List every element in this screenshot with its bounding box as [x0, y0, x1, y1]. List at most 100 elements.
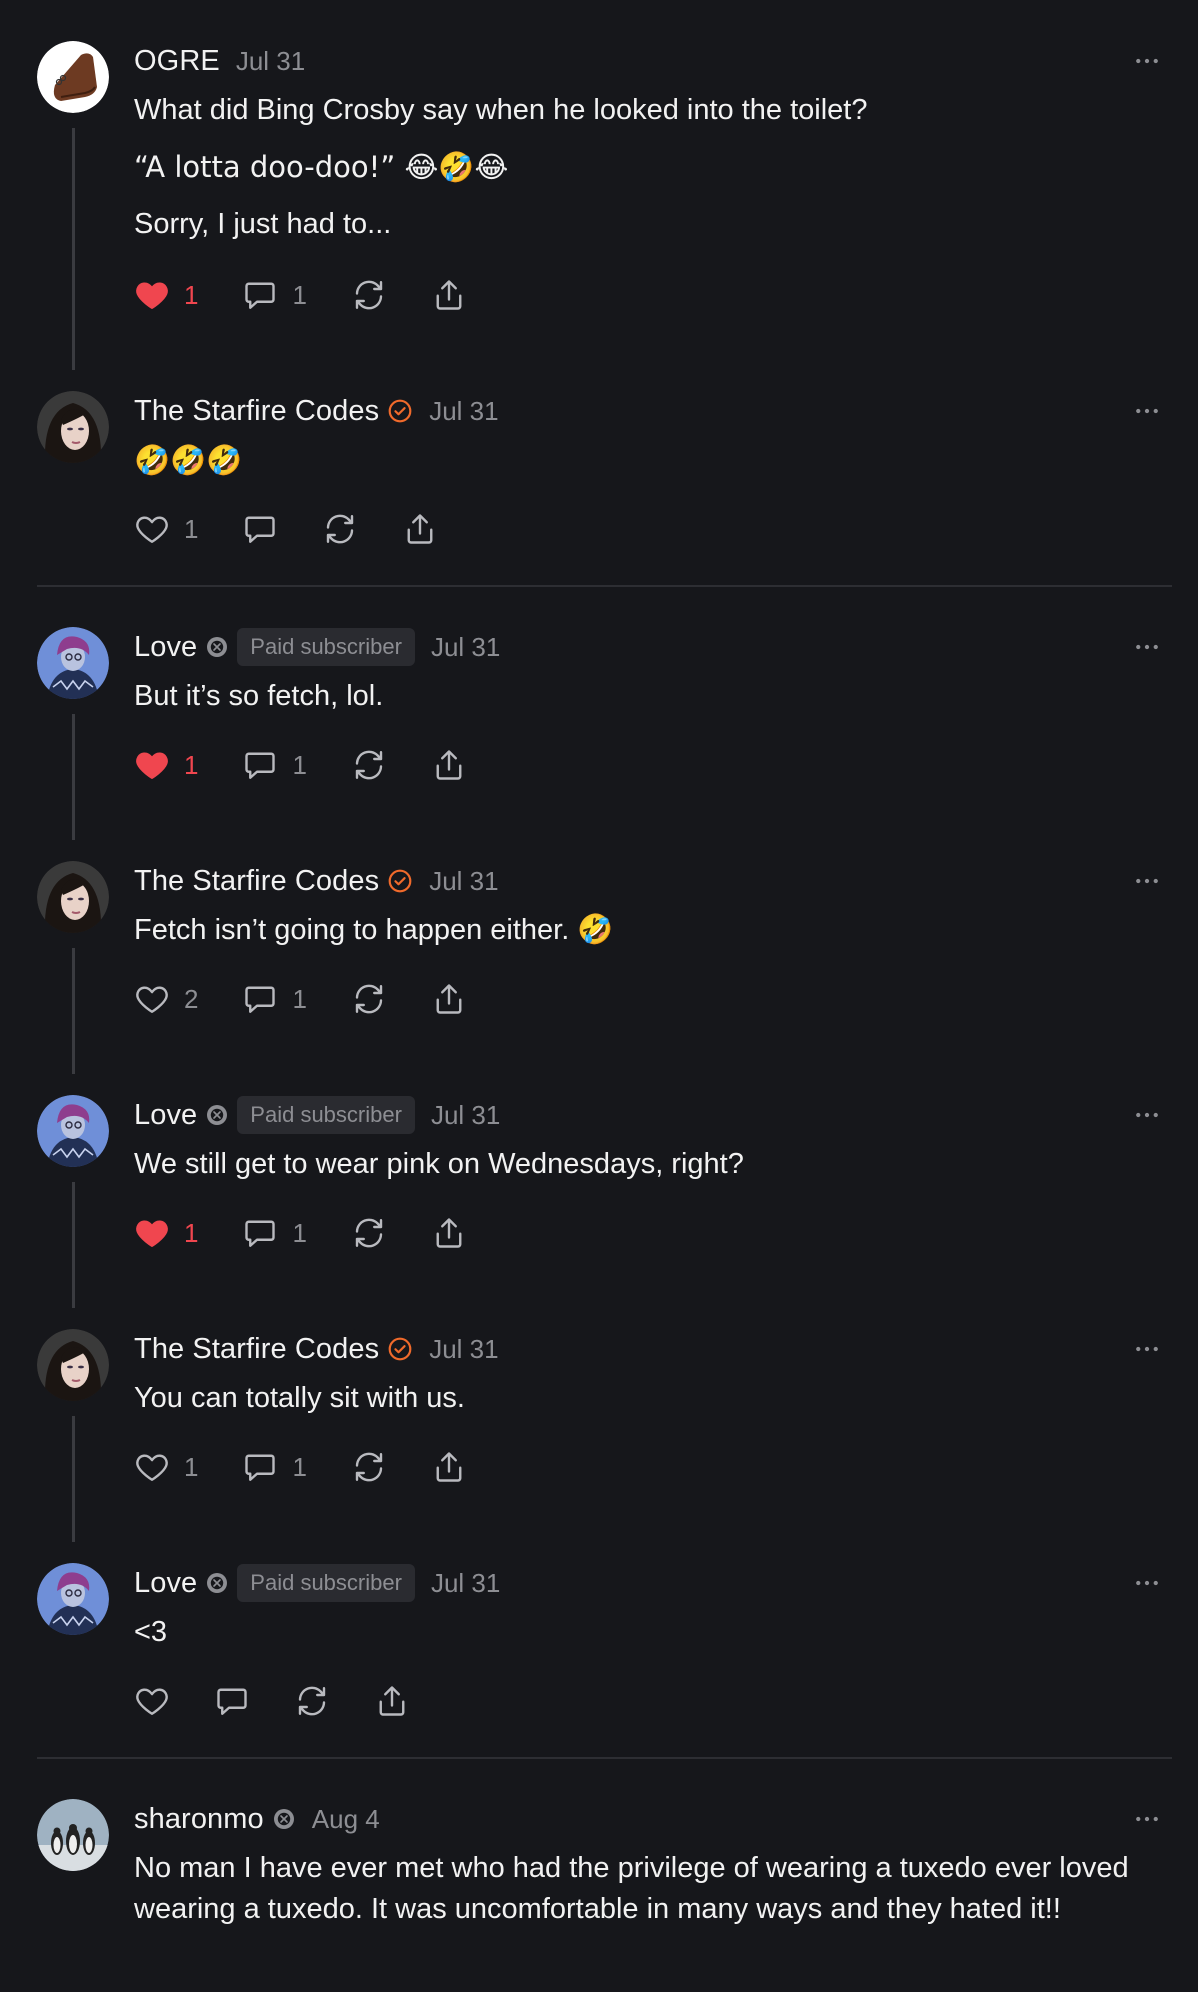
avatar[interactable]	[37, 1095, 109, 1167]
like-button[interactable]: 1	[134, 747, 198, 783]
author-name[interactable]: The Starfire Codes	[134, 1333, 379, 1366]
comment-date[interactable]: Jul 31	[431, 1568, 500, 1599]
heart-icon	[134, 511, 170, 547]
share-button[interactable]	[431, 277, 467, 313]
comment-paragraph: “A lotta doo-doo!” 😂🤣😂	[134, 150, 509, 184]
heart-filled-icon	[134, 1215, 170, 1251]
thread-line	[72, 948, 75, 1074]
more-icon	[1132, 1100, 1162, 1130]
share-button[interactable]	[431, 1449, 467, 1485]
author-name[interactable]: sharonmo	[134, 1803, 264, 1836]
comment-date[interactable]: Jul 31	[431, 1100, 500, 1131]
more-icon	[1132, 632, 1162, 662]
reply-button[interactable]	[214, 1683, 250, 1719]
comment-actions: 1 1	[134, 275, 511, 315]
comment-header: Love Paid subscriber Jul 31	[134, 1563, 500, 1603]
share-button[interactable]	[431, 1215, 467, 1251]
more-icon	[1132, 396, 1162, 426]
more-options-button[interactable]	[1127, 1329, 1167, 1369]
comment-body: You can totally sit with us.	[134, 1378, 1162, 1435]
heart-filled-icon	[134, 747, 170, 783]
reply-button[interactable]: 1	[242, 277, 307, 313]
like-button[interactable]	[134, 1683, 170, 1719]
share-button[interactable]	[431, 747, 467, 783]
avatar[interactable]	[37, 41, 109, 113]
comment-date[interactable]: Jul 31	[429, 1334, 498, 1365]
author-name[interactable]: Love	[134, 1099, 197, 1132]
comment-paragraph: You can totally sit with us.	[134, 1382, 465, 1414]
comment-date[interactable]: Jul 31	[429, 866, 498, 897]
subscriber-icon	[205, 1103, 229, 1127]
share-icon	[431, 1449, 467, 1485]
share-icon	[431, 747, 467, 783]
share-icon	[431, 1215, 467, 1251]
comment-icon	[242, 1449, 278, 1485]
avatar[interactable]	[37, 1563, 109, 1635]
reply-button[interactable]: 1	[242, 747, 307, 783]
avatar[interactable]	[37, 1799, 109, 1871]
comment-date[interactable]: Jul 31	[431, 632, 500, 663]
avatar[interactable]	[37, 1329, 109, 1401]
more-options-button[interactable]	[1127, 1563, 1167, 1603]
verified-icon	[387, 868, 413, 894]
like-count: 2	[184, 983, 199, 1014]
avatar[interactable]	[37, 627, 109, 699]
restack-button[interactable]	[351, 1215, 387, 1251]
paid-subscriber-badge: Paid subscriber	[237, 1564, 415, 1602]
like-button[interactable]: 2	[134, 981, 198, 1017]
more-options-button[interactable]	[1127, 627, 1167, 667]
restack-button[interactable]	[351, 277, 387, 313]
paid-subscriber-badge: Paid subscriber	[237, 1096, 415, 1134]
reply-button[interactable]	[242, 511, 278, 547]
share-icon	[431, 277, 467, 313]
author-name[interactable]: Love	[134, 631, 197, 664]
more-options-button[interactable]	[1127, 1095, 1167, 1135]
reply-count: 1	[292, 983, 307, 1014]
restack-button[interactable]	[351, 981, 387, 1017]
share-button[interactable]	[402, 511, 438, 547]
share-button[interactable]	[431, 981, 467, 1017]
restack-button[interactable]	[322, 511, 358, 547]
comment-date[interactable]: Jul 31	[236, 46, 305, 77]
more-options-button[interactable]	[1127, 41, 1167, 81]
thread-line	[72, 1182, 75, 1308]
restack-icon	[351, 1215, 387, 1251]
comment-actions: 1 1	[134, 745, 511, 785]
comment-body: What did Bing Crosby say when he looked …	[134, 90, 1162, 261]
heart-filled-icon	[134, 277, 170, 313]
like-button[interactable]: 1	[134, 1215, 198, 1251]
reply-button[interactable]: 1	[242, 981, 307, 1017]
reply-button[interactable]: 1	[242, 1215, 307, 1251]
share-button[interactable]	[374, 1683, 410, 1719]
thread-divider	[37, 585, 1172, 587]
comment-paragraph: But it’s so fetch, lol.	[134, 680, 384, 712]
like-button[interactable]: 1	[134, 511, 198, 547]
restack-button[interactable]	[294, 1683, 330, 1719]
restack-button[interactable]	[351, 747, 387, 783]
like-count: 1	[184, 1451, 199, 1482]
comment-icon	[242, 511, 278, 547]
author-name[interactable]: OGRE	[134, 45, 220, 78]
reply-button[interactable]: 1	[242, 1449, 307, 1485]
comment-actions: 1 1	[134, 1447, 511, 1487]
more-icon	[1132, 1568, 1162, 1598]
author-name[interactable]: The Starfire Codes	[134, 395, 379, 428]
like-count: 1	[184, 1217, 199, 1248]
comment-date[interactable]: Aug 4	[312, 1804, 380, 1835]
comment-header: The Starfire Codes Jul 31	[134, 861, 499, 901]
more-options-button[interactable]	[1127, 391, 1167, 431]
more-options-button[interactable]	[1127, 861, 1167, 901]
comment-body: But it’s so fetch, lol.	[134, 676, 1162, 733]
author-name[interactable]: Love	[134, 1567, 197, 1600]
reply-count: 1	[292, 279, 307, 310]
restack-button[interactable]	[351, 1449, 387, 1485]
like-button[interactable]: 1	[134, 1449, 198, 1485]
more-options-button[interactable]	[1127, 1799, 1167, 1839]
avatar[interactable]	[37, 391, 109, 463]
like-button[interactable]: 1	[134, 277, 198, 313]
thread-line	[72, 714, 75, 840]
comment-actions	[134, 1681, 454, 1721]
comment-date[interactable]: Jul 31	[429, 396, 498, 427]
avatar[interactable]	[37, 861, 109, 933]
author-name[interactable]: The Starfire Codes	[134, 865, 379, 898]
